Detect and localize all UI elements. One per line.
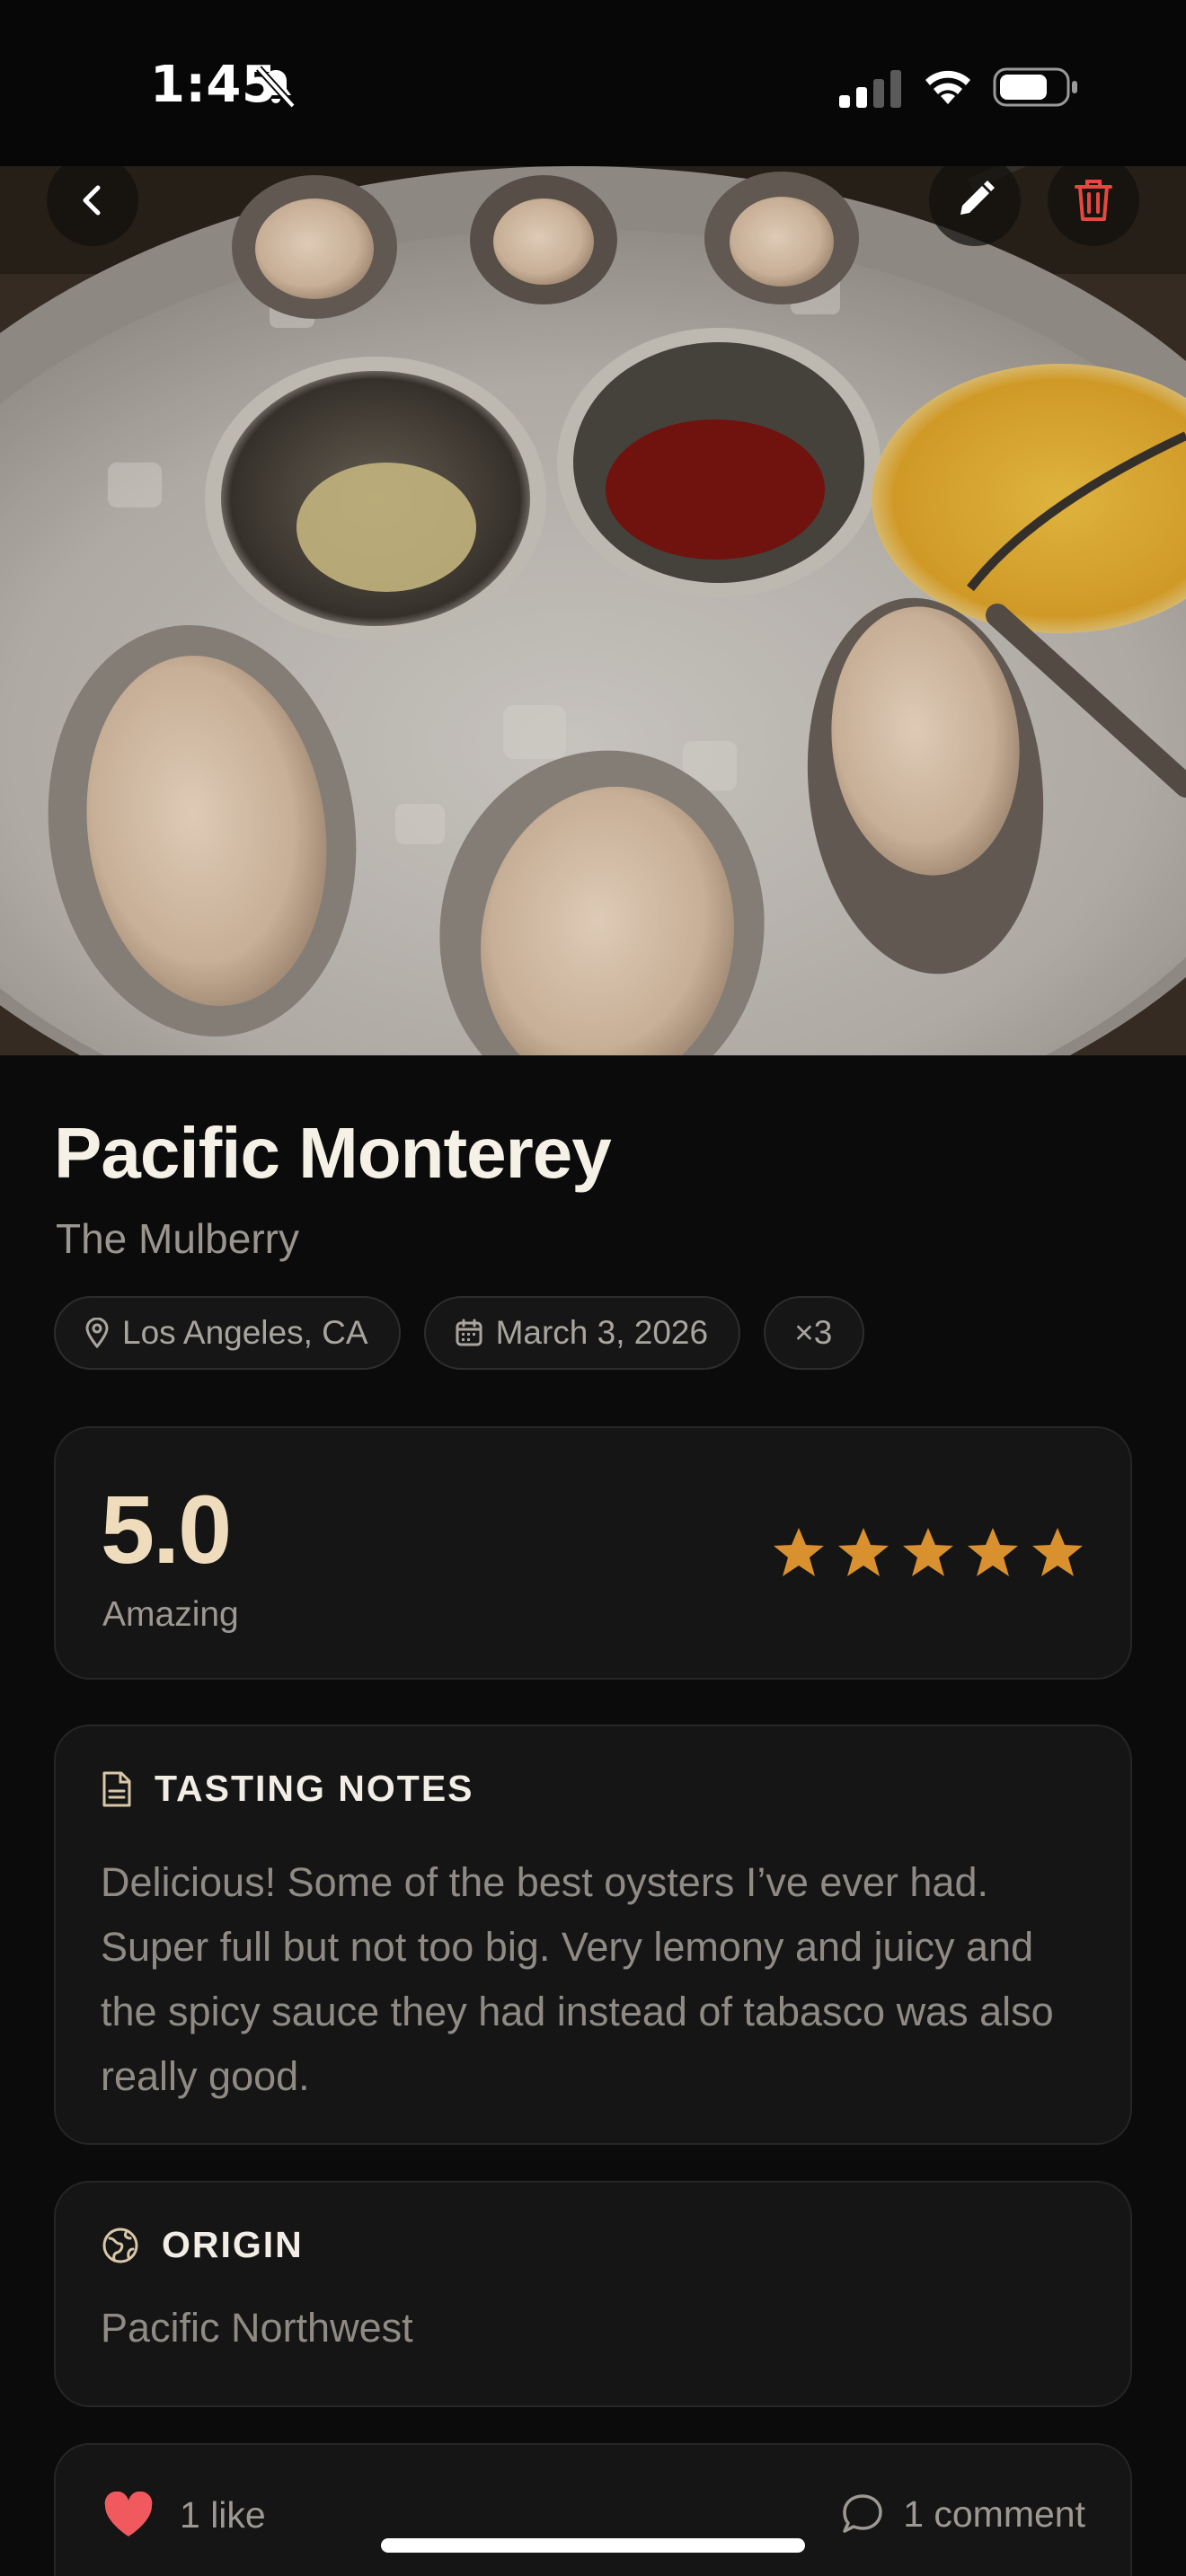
heart-icon <box>104 2492 153 2536</box>
document-icon <box>102 1771 131 1806</box>
rating-value: 5.0 <box>101 1475 232 1584</box>
star-icon <box>774 1528 824 1576</box>
location-text: Los Angeles, CA <box>122 1314 368 1351</box>
home-indicator[interactable] <box>381 2538 805 2553</box>
rating-label: Amazing <box>102 1595 239 1634</box>
star-icon <box>838 1528 889 1576</box>
star-icon <box>903 1528 953 1576</box>
like-button[interactable]: 1 like <box>102 2492 266 2538</box>
social-card: 1 like 1 comment <box>54 2443 1132 2576</box>
origin-card: ORIGIN Pacific Northwest <box>54 2181 1132 2407</box>
quantity-chip[interactable]: ×3 <box>764 1296 865 1370</box>
star-rating <box>771 1525 1085 1581</box>
pencil-icon <box>960 181 995 215</box>
tasting-notes-header: TASTING NOTES <box>101 1768 474 1810</box>
origin-header: ORIGIN <box>101 2224 304 2266</box>
battery-icon <box>993 67 1077 107</box>
comment-button[interactable]: 1 comment <box>840 2492 1085 2536</box>
oyster-photo <box>0 166 1186 1055</box>
origin-title: ORIGIN <box>162 2224 304 2265</box>
trash-icon <box>1075 180 1112 221</box>
date-text: March 3, 2026 <box>495 1314 709 1351</box>
like-count: 1 like <box>180 2493 266 2536</box>
date-chip[interactable]: March 3, 2026 <box>423 1296 741 1370</box>
oyster-plate-image <box>0 166 1186 1055</box>
star-icon <box>968 1528 1018 1576</box>
detail-chips: Los Angeles, CA March 3, 2026 ×3 <box>54 1296 865 1370</box>
chevron-left-icon <box>83 185 101 216</box>
tasting-notes-text: Delicious! Some of the best oysters I’ve… <box>101 1859 1054 2099</box>
quantity-text: ×3 <box>794 1314 833 1351</box>
origin-value: Pacific Northwest <box>101 2305 413 2351</box>
comment-bubble-icon <box>843 2494 882 2533</box>
oyster-name: Pacific Monterey <box>54 1113 612 1193</box>
comment-count: 1 comment <box>903 2492 1085 2535</box>
rating-card: 5.0 Amazing <box>54 1426 1132 1680</box>
wifi-icon <box>925 70 970 104</box>
location-chip[interactable]: Los Angeles, CA <box>54 1296 401 1370</box>
bell-slash-icon <box>256 66 296 109</box>
globe-icon <box>102 2228 138 2263</box>
tasting-notes-card: TASTING NOTES Delicious! Some of the bes… <box>54 1725 1132 2145</box>
map-pin-icon <box>85 1318 109 1348</box>
calendar-icon <box>456 1319 482 1346</box>
status-bar: 1:45 <box>0 0 1186 166</box>
cellular-signal-icon <box>839 70 901 108</box>
tasting-notes-title: TASTING NOTES <box>155 1768 474 1809</box>
oyster-detail-screen: 1:45 Pacific Monterey The Mulberry Los A… <box>0 0 1186 2576</box>
star-icon <box>1032 1528 1083 1576</box>
restaurant-name: The Mulberry <box>56 1215 299 1262</box>
